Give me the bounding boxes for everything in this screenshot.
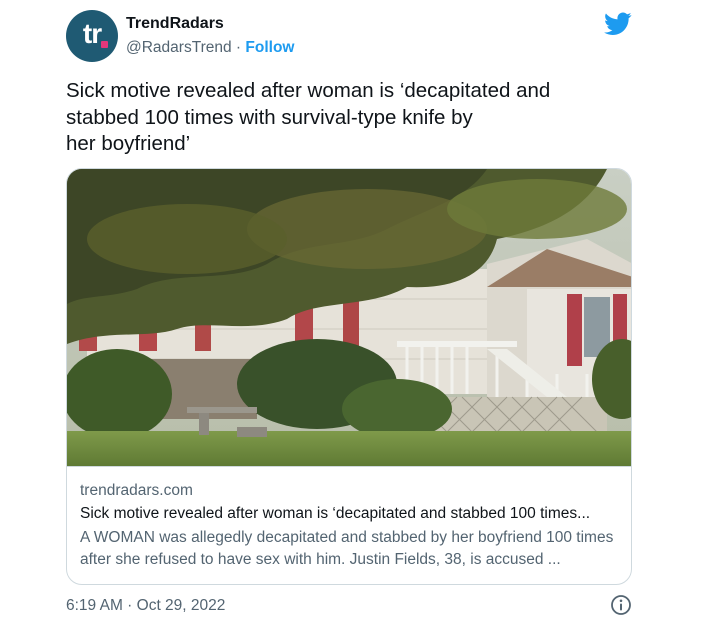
- tweet-text: Sick motive revealed after woman is ‘dec…: [66, 79, 551, 155]
- embedded-tweet: tr TrendRadars @RadarsTrend · Follow Sic…: [0, 0, 702, 624]
- account-name[interactable]: TrendRadars: [126, 15, 224, 33]
- article-photo: [67, 169, 631, 466]
- twitter-bird-icon[interactable]: [604, 12, 632, 36]
- card-domain: trendradars.com: [80, 482, 193, 499]
- handle-row: @RadarsTrend · Follow: [126, 39, 294, 57]
- card-title: Sick motive revealed after woman is ‘dec…: [80, 505, 591, 522]
- link-preview-card[interactable]: trendradars.com Sick motive revealed aft…: [66, 168, 632, 585]
- info-icon[interactable]: [610, 594, 632, 616]
- card-description: A WOMAN was allegedly decapitated and st…: [80, 529, 614, 568]
- handle-separator: ·: [231, 39, 246, 56]
- tweet-timestamp[interactable]: 6:19 AM · Oct 29, 2022: [66, 597, 225, 615]
- account-handle[interactable]: @RadarsTrend: [126, 39, 232, 56]
- avatar-logo-text: tr: [82, 18, 102, 49]
- card-body[interactable]: trendradars.com Sick motive revealed aft…: [67, 466, 631, 584]
- avatar[interactable]: tr: [66, 10, 118, 62]
- follow-link[interactable]: Follow: [245, 39, 294, 56]
- avatar-logo-dot: [101, 41, 108, 48]
